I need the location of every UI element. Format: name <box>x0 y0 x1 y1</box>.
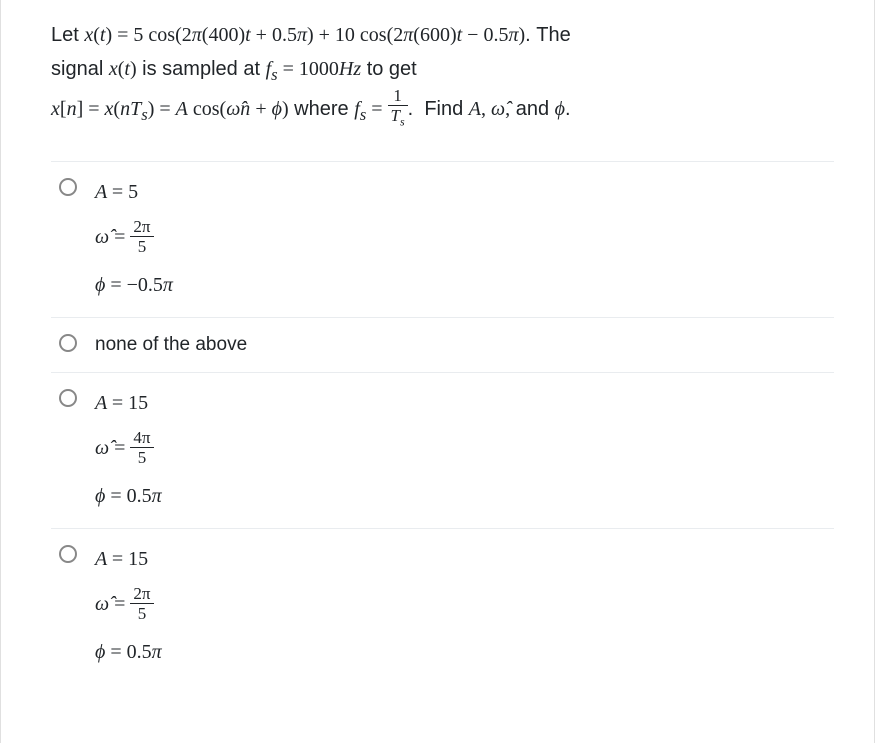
q-text: . Find <box>408 98 469 120</box>
opt3-phi: ϕ = 0.5π <box>95 482 162 510</box>
q-expr-2: x[n] = x(nTs) = A cos(ω̂n + ϕ) <box>51 98 289 120</box>
option-4-content: A = 15 ω̂ = 2π5 ϕ = 0.5π <box>95 541 162 670</box>
q-text: signal <box>51 58 109 80</box>
q-text: where <box>289 98 355 120</box>
q-text: to get <box>361 58 417 80</box>
q-fs: fs = 1000Hz <box>266 58 362 80</box>
radio-icon[interactable] <box>59 389 77 407</box>
radio-icon[interactable] <box>59 334 77 352</box>
q-expr-1: x(t) = 5 cos(2π(400)t + 0.5π) + 10 cos(2… <box>84 24 525 46</box>
frac-den: 5 <box>130 237 153 255</box>
frac-den: 5 <box>130 448 153 466</box>
opt1-line1: A = 5 <box>95 178 173 206</box>
q-text: . The <box>525 24 571 46</box>
radio-icon[interactable] <box>59 178 77 196</box>
opt2-text: none of the above <box>95 334 247 355</box>
frac-num: 1 <box>388 87 408 106</box>
question-stem: Let x(t) = 5 cos(2π(400)t + 0.5π) + 10 c… <box>51 18 834 131</box>
option-1[interactable]: A = 5 ω̂ = 2π5 ϕ = −0.5π <box>51 161 834 318</box>
opt3-line1: A = 15 <box>95 389 162 417</box>
frac-num: 2π <box>130 585 153 604</box>
opt3-omega: ω̂ = 4π5 <box>95 431 162 468</box>
frac-num: 4π <box>130 429 153 448</box>
option-2[interactable]: none of the above <box>51 318 834 374</box>
question-container: Let x(t) = 5 cos(2π(400)t + 0.5π) + 10 c… <box>0 0 875 743</box>
q-phi: ϕ <box>555 98 565 120</box>
opt4-line1: A = 15 <box>95 545 162 573</box>
q-frac: 1Ts <box>388 87 408 128</box>
q-fs2: fs = <box>354 98 387 120</box>
opt1-phi: ϕ = −0.5π <box>95 271 173 299</box>
opt4-phi: ϕ = 0.5π <box>95 638 162 666</box>
q-text: . <box>565 98 571 120</box>
frac-den: Ts <box>388 106 408 128</box>
options-list: A = 5 ω̂ = 2π5 ϕ = −0.5π none of the abo… <box>51 161 834 685</box>
q-text: and <box>510 98 554 120</box>
q-text: is sampled at <box>137 58 266 80</box>
opt1-omega: ω̂ = 2π5 <box>95 220 173 257</box>
option-3-content: A = 15 ω̂ = 4π5 ϕ = 0.5π <box>95 385 162 514</box>
option-2-content: none of the above <box>95 330 247 359</box>
option-3[interactable]: A = 15 ω̂ = 4π5 ϕ = 0.5π <box>51 373 834 529</box>
opt4-omega: ω̂ = 2π5 <box>95 587 162 624</box>
q-find: A, ω̂, <box>469 98 510 120</box>
q-signal: x(t) <box>109 58 137 80</box>
q-text: Let <box>51 24 84 46</box>
frac-den: 5 <box>130 604 153 622</box>
option-4[interactable]: A = 15 ω̂ = 2π5 ϕ = 0.5π <box>51 529 834 684</box>
option-1-content: A = 5 ω̂ = 2π5 ϕ = −0.5π <box>95 174 173 303</box>
frac-num: 2π <box>130 218 153 237</box>
radio-icon[interactable] <box>59 545 77 563</box>
